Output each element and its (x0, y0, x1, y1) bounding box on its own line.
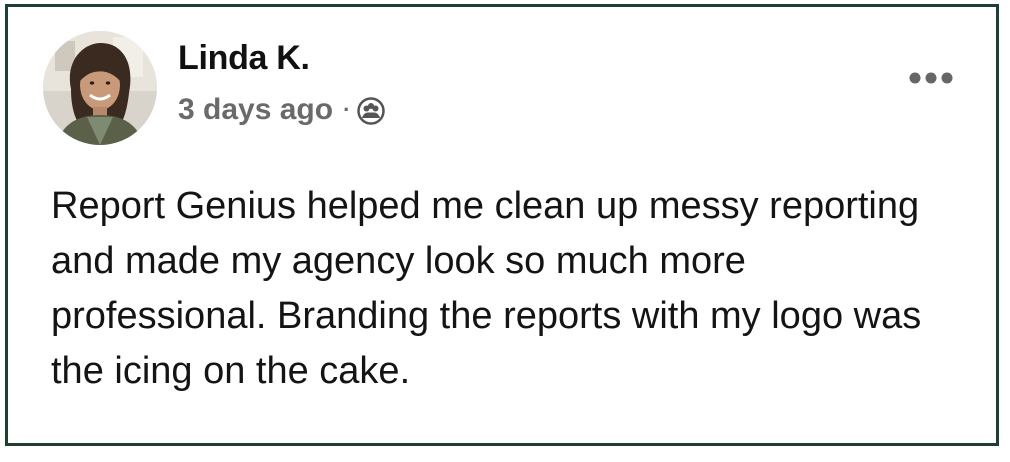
review-card: Linda K. 3 days ago · Report Genius help… (5, 4, 999, 446)
timestamp[interactable]: 3 days ago (178, 93, 333, 127)
avatar-image (43, 31, 157, 145)
author-name[interactable]: Linda K. (178, 39, 310, 78)
avatar[interactable] (43, 31, 157, 145)
meta-separator: · (343, 97, 351, 122)
post-meta: 3 days ago · (178, 93, 386, 127)
more-options-icon (909, 72, 953, 84)
friends-icon[interactable] (356, 96, 386, 126)
more-options-button[interactable] (906, 65, 956, 91)
review-text: Report Genius helped me clean up messy r… (51, 185, 922, 392)
